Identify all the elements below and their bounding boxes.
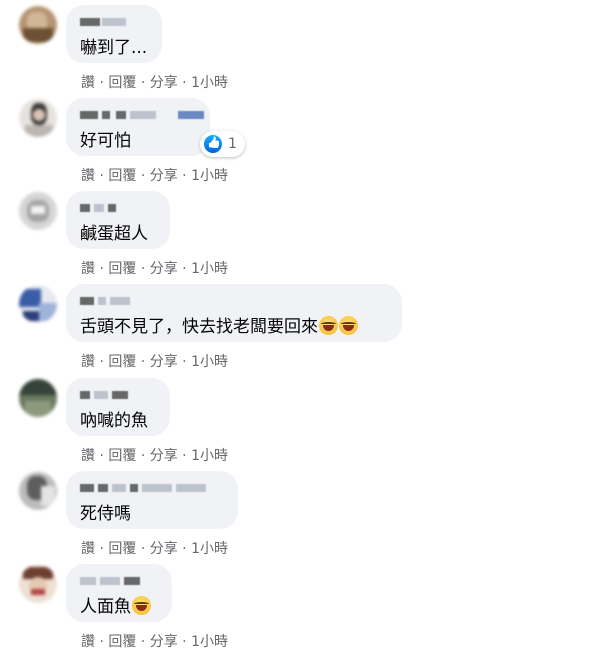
comment-text: 吶喊的魚 [80,411,148,431]
avatar[interactable] [19,99,57,137]
commenter-name[interactable] [80,200,158,214]
avatar[interactable] [19,192,57,230]
comment-actions: 讚 · 回覆 · 分享 · 1小時 [81,538,228,558]
like-link[interactable]: 讚 [81,258,95,278]
comment-text: 嚇到了... [80,38,148,58]
reply-link[interactable]: 回覆 [108,351,136,371]
reaction-badge[interactable]: 1 [200,131,245,157]
reply-link[interactable]: 回覆 [108,538,136,558]
share-link[interactable]: 分享 [150,258,178,278]
like-link[interactable]: 讚 [81,72,95,92]
comment-text: 舌頭不見了，快去找老闆要回來 [80,316,390,338]
commenter-name[interactable] [80,387,158,401]
reply-link[interactable]: 回覆 [108,631,136,651]
comment-bubble: 吶喊的魚 [66,378,170,436]
reply-link[interactable]: 回覆 [108,445,136,465]
commenter-name[interactable] [80,293,390,307]
avatar[interactable] [19,472,57,510]
share-link[interactable]: 分享 [150,165,178,185]
share-link[interactable]: 分享 [150,351,178,371]
comment-actions: 讚 · 回覆 · 分享 · 1小時 [81,72,228,92]
avatar[interactable] [19,379,57,417]
comment-bubble: 好可怕 [66,98,210,156]
comment-actions: 讚 · 回覆 · 分享 · 1小時 [81,631,228,651]
reply-link[interactable]: 回覆 [108,72,136,92]
like-link[interactable]: 讚 [81,165,95,185]
comment-actions: 讚 · 回覆 · 分享 · 1小時 [81,351,228,371]
laughing-emoji-icon [339,316,358,335]
comment-item: 吶喊的魚 讚 · 回覆 · 分享 · 1小時 [0,373,602,466]
timestamp[interactable]: 1小時 [191,165,228,185]
comment-text: 好可怕 [80,131,131,151]
commenter-name[interactable] [80,573,160,587]
laughing-emoji-icon [132,596,151,615]
commenter-name[interactable] [80,107,204,121]
comment-text: 鹹蛋超人 [80,224,148,244]
comment-item: 舌頭不見了，快去找老闆要回來 讚 · 回覆 · 分享 · 1小時 [0,279,602,372]
commenter-name[interactable] [80,480,226,494]
comment-item: 人面魚 讚 · 回覆 · 分享 · 1小時 [0,559,602,652]
comment-bubble: 嚇到了... [66,5,162,63]
commenter-name[interactable] [80,14,150,28]
avatar[interactable] [19,565,57,603]
timestamp[interactable]: 1小時 [191,538,228,558]
avatar[interactable] [19,285,57,323]
share-link[interactable]: 分享 [150,445,178,465]
reply-link[interactable]: 回覆 [108,165,136,185]
reaction-count: 1 [228,136,237,152]
avatar[interactable] [19,6,57,44]
timestamp[interactable]: 1小時 [191,72,228,92]
laughing-emoji-icon [319,316,338,335]
timestamp[interactable]: 1小時 [191,631,228,651]
comment-bubble: 舌頭不見了，快去找老闆要回來 [66,284,402,342]
comment-item: 死侍嗎 讚 · 回覆 · 分享 · 1小時 [0,466,602,559]
share-link[interactable]: 分享 [150,631,178,651]
comment-bubble: 人面魚 [66,564,172,622]
reply-link[interactable]: 回覆 [108,258,136,278]
like-link[interactable]: 讚 [81,445,95,465]
comment-bubble: 鹹蛋超人 [66,191,170,249]
comment-text: 人面魚 [80,596,160,618]
comment-text: 死侍嗎 [80,504,131,524]
like-link[interactable]: 讚 [81,538,95,558]
comment-item: 好可怕 1 讚 · 回覆 · 分享 · 1小時 [0,93,602,186]
like-link[interactable]: 讚 [81,351,95,371]
timestamp[interactable]: 1小時 [191,351,228,371]
share-link[interactable]: 分享 [150,538,178,558]
comment-actions: 讚 · 回覆 · 分享 · 1小時 [81,445,228,465]
comment-actions: 讚 · 回覆 · 分享 · 1小時 [81,258,228,278]
like-icon [204,135,222,153]
timestamp[interactable]: 1小時 [191,445,228,465]
like-link[interactable]: 讚 [81,631,95,651]
share-link[interactable]: 分享 [150,72,178,92]
comment-bubble: 死侍嗎 [66,471,238,529]
comment-item: 嚇到了... 讚 · 回覆 · 分享 · 1小時 [0,0,602,93]
timestamp[interactable]: 1小時 [191,258,228,278]
comment-item: 鹹蛋超人 讚 · 回覆 · 分享 · 1小時 [0,186,602,279]
comment-actions: 讚 · 回覆 · 分享 · 1小時 [81,165,228,185]
